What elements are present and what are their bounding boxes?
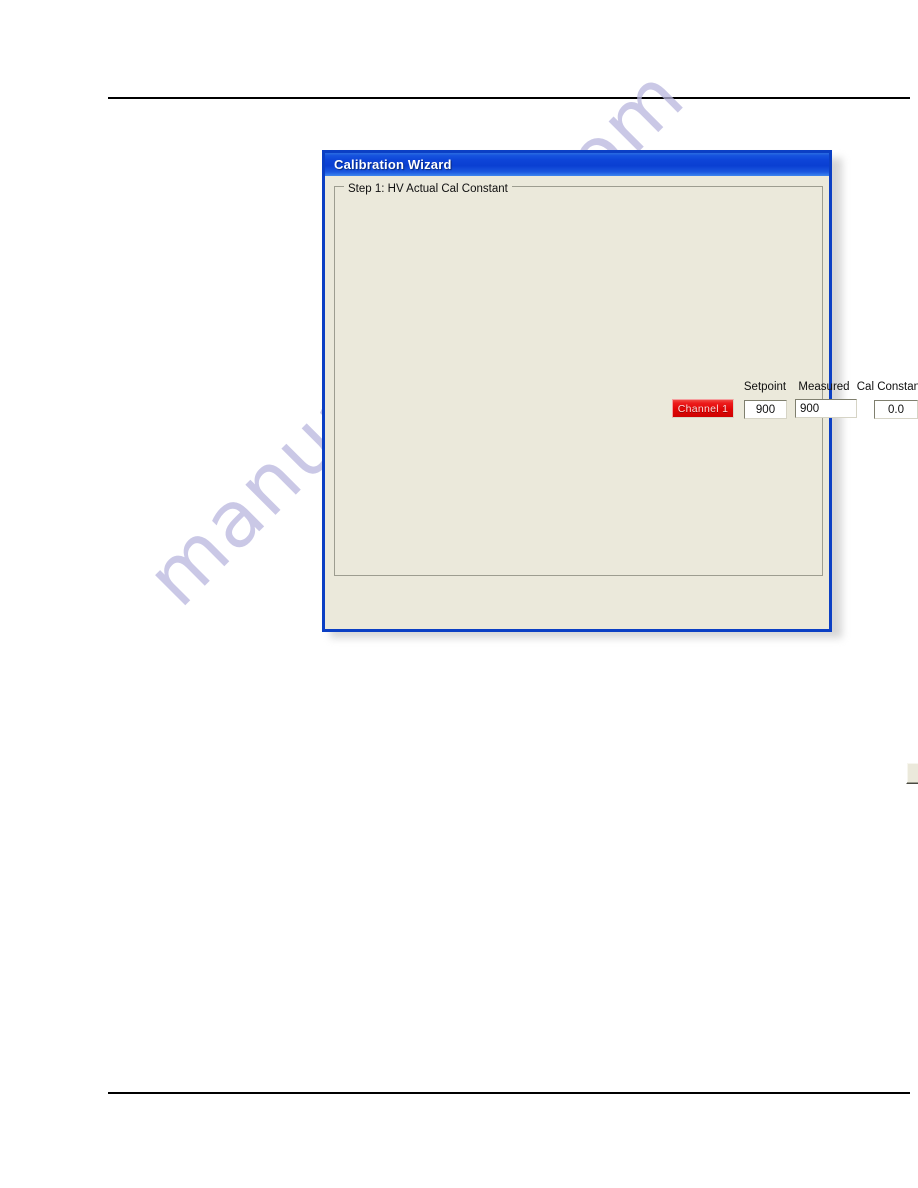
measured-column-label: Measured [798, 381, 850, 393]
cal-constant-column-label: Cal Constant [856, 381, 918, 393]
cal-constant-input[interactable]: 0.0 [874, 400, 918, 419]
dialog-client-area: Step 1: HV Actual Cal Constant Setpoint … [325, 176, 918, 784]
page-header-rule [108, 97, 910, 99]
setpoint-column-label: Setpoint [743, 381, 787, 393]
channel-1-button[interactable]: Channel 1 [672, 399, 734, 418]
dialog-title: Calibration Wizard [334, 157, 452, 172]
page-footer-rule [108, 1092, 910, 1094]
step-groupbox-legend: Step 1: HV Actual Cal Constant [344, 183, 512, 195]
setpoint-input[interactable]: 900 [744, 400, 787, 419]
measured-input[interactable]: 900 [795, 399, 857, 418]
cancel-button[interactable]: Cancel [906, 762, 918, 784]
dialog-title-bar: Calibration Wizard [325, 153, 829, 176]
calibration-wizard-dialog: Calibration Wizard Step 1: HV Actual Cal… [322, 150, 918, 784]
